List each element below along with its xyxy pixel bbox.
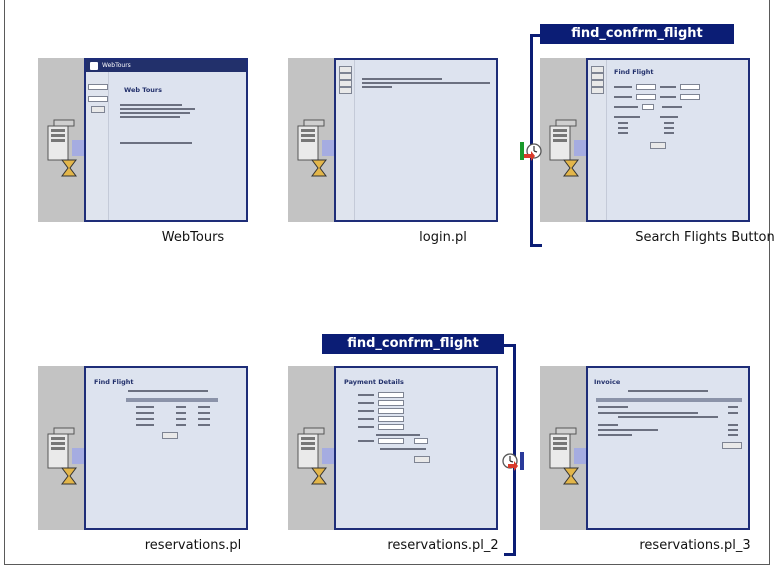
transaction-label[interactable]: find_confrm_flight [540, 24, 734, 44]
thumbnail-title: Payment Details [344, 378, 404, 386]
step-thumbnail[interactable]: Find Flight [586, 58, 750, 222]
step-caption: reservations.pl_3 [639, 538, 751, 553]
step-thumbnail[interactable] [334, 58, 498, 222]
step-reservations-3[interactable]: Invoice reservations.pl_3 [540, 366, 751, 566]
transaction-bracket-line [504, 553, 516, 556]
thumbnail-title: Find Flight [94, 378, 134, 386]
transaction-bracket-line [530, 244, 542, 247]
step-caption: reservations.pl_2 [387, 538, 499, 553]
step-reservations-2[interactable]: Payment Details reservations.pl_2 [288, 366, 499, 566]
thumbnail-title: Find Flight [614, 68, 654, 76]
step-thumbnail[interactable]: Payment Details [334, 366, 498, 530]
logo-text: WebTours [102, 62, 131, 69]
step-webtours[interactable]: WebTours Web Tours WebTours [38, 58, 248, 258]
thumbnail-title: Web Tours [124, 86, 163, 94]
step-caption: login.pl [419, 230, 467, 245]
step-thumbnail[interactable]: WebTours Web Tours [84, 58, 248, 222]
step-thumbnail[interactable]: Find Flight [84, 366, 248, 530]
step-login[interactable]: login.pl [288, 58, 498, 258]
transaction-start-icon[interactable] [520, 140, 542, 162]
step-reservations[interactable]: Find Flight reservations.pl [38, 366, 248, 566]
thumbnail-title: Invoice [594, 378, 621, 386]
step-search-flights-button[interactable]: Find Flight Search Flights Button [540, 58, 775, 258]
step-caption: Search Flights Button [635, 230, 775, 245]
transaction-end-icon[interactable] [502, 450, 524, 472]
step-thumbnail[interactable]: Invoice [586, 366, 750, 530]
transaction-label[interactable]: find_confrm_flight [322, 334, 504, 354]
logo-icon [90, 62, 98, 70]
